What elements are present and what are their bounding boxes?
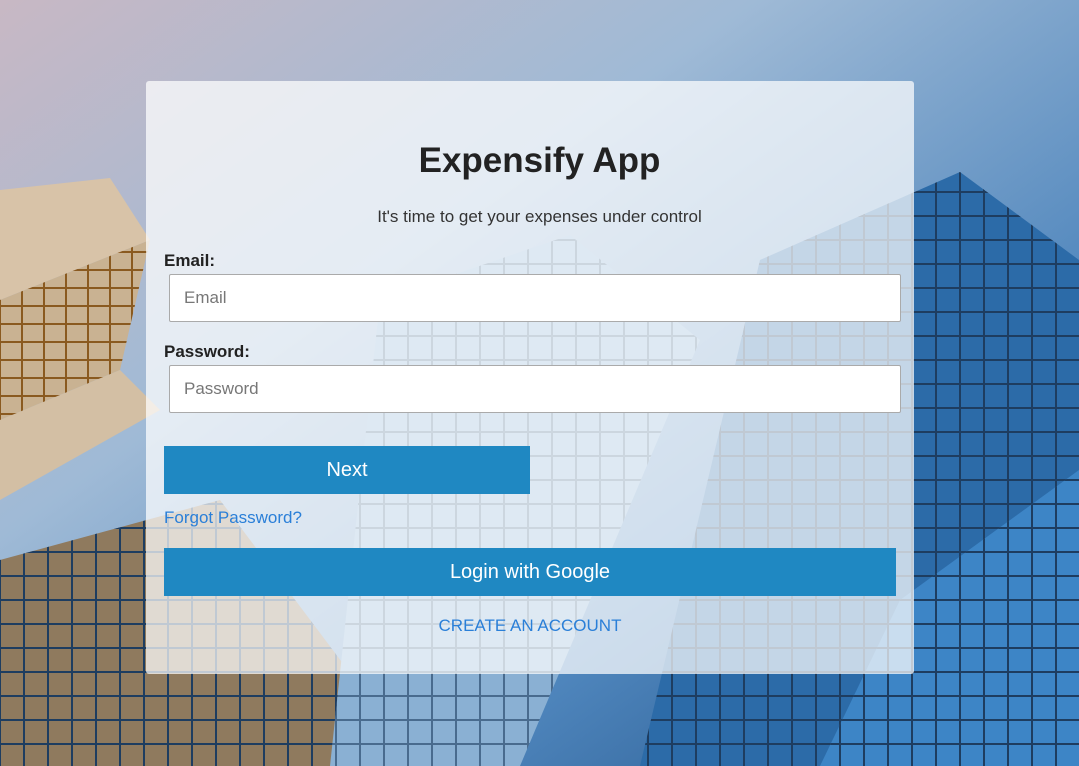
next-button[interactable]: Next — [164, 446, 530, 494]
page-subtitle: It's time to get your expenses under con… — [377, 207, 702, 226]
create-account-link[interactable]: CREATE AN ACCOUNT — [0, 615, 1060, 637]
email-field[interactable] — [169, 274, 901, 322]
forgot-password-link[interactable]: Forgot Password? — [164, 507, 302, 529]
password-field[interactable] — [169, 365, 901, 413]
password-label: Password: — [164, 342, 250, 361]
email-label: Email: — [164, 251, 216, 270]
page-title: Expensify App — [418, 141, 661, 180]
login-with-google-button[interactable]: Login with Google — [164, 548, 896, 596]
